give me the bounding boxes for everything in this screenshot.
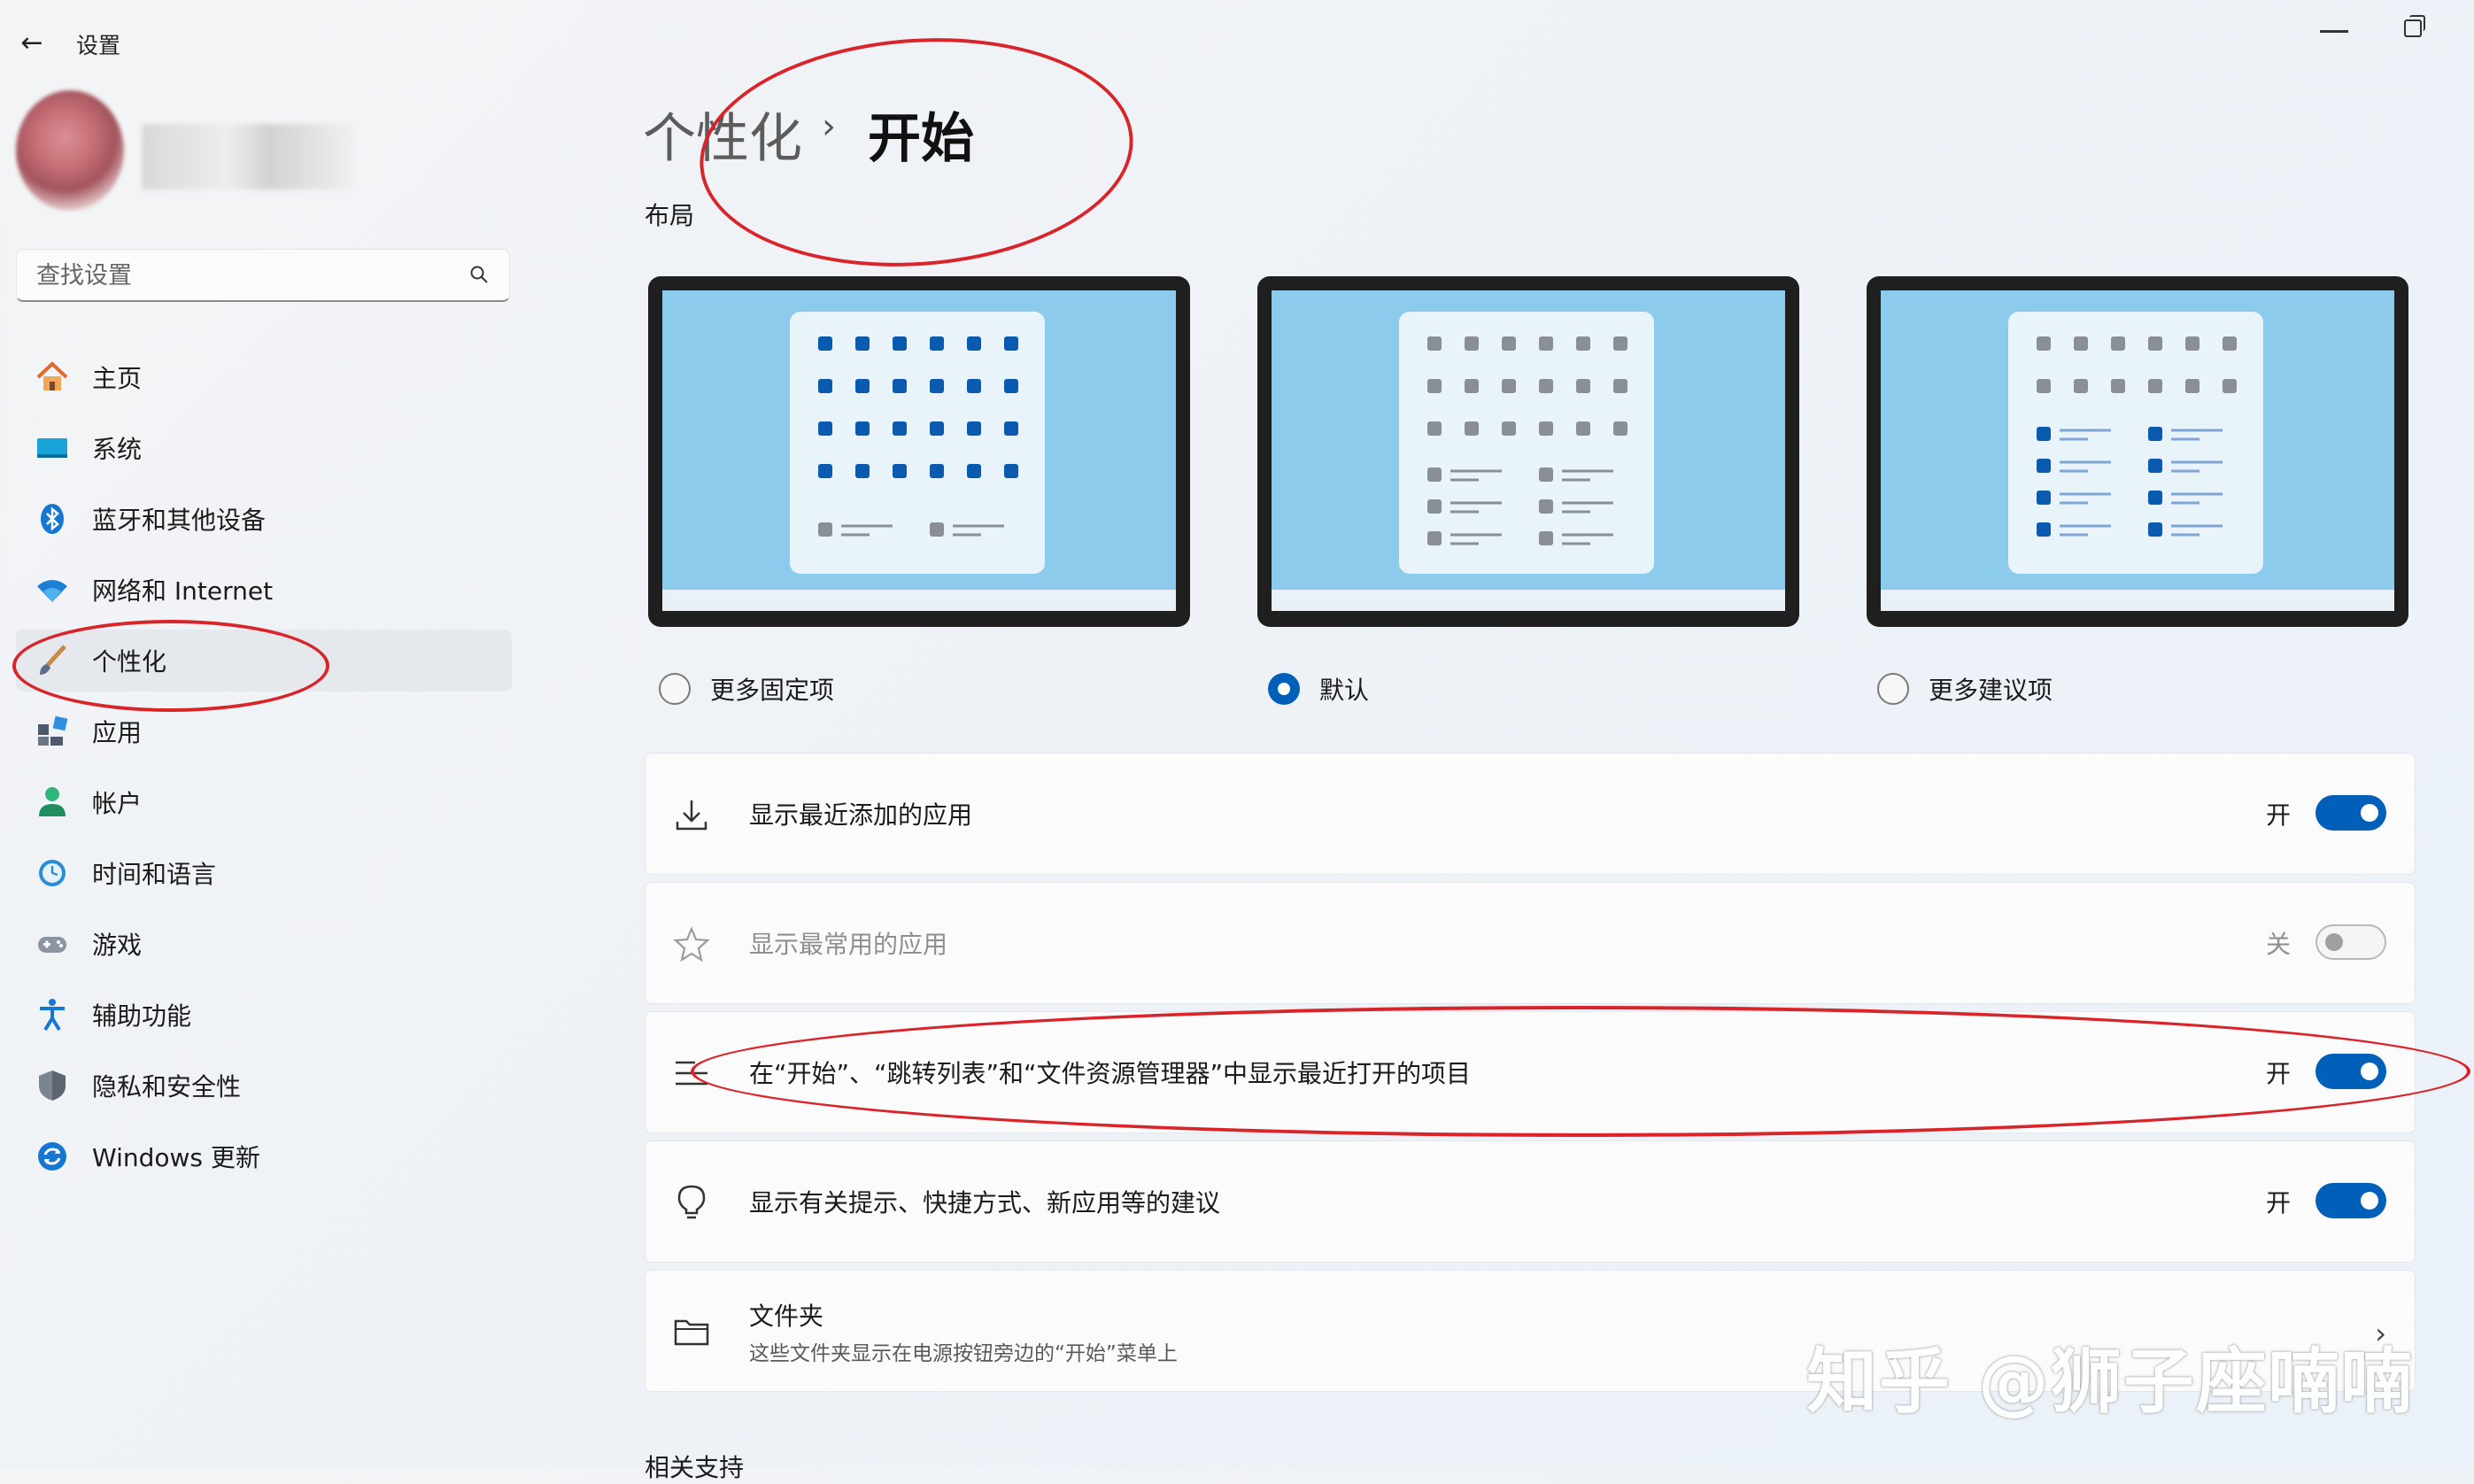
sidebar-item-gaming[interactable]: 游戏 (16, 913, 512, 975)
apps-icon (34, 713, 71, 750)
profile-name-blurred (142, 124, 354, 189)
layout-option-default[interactable]: 默认 (1268, 671, 1369, 707)
setting-show-tips: 显示有关提示、快捷方式、新应用等的建议 开 (645, 1140, 2416, 1263)
preview-taskbar (662, 590, 1176, 611)
sidebar-item-label: 时间和语言 (92, 860, 217, 889)
preview-start-menu (790, 312, 1045, 574)
sidebar-item-home[interactable]: 主页 (16, 346, 512, 408)
toggle-state: 开 (2265, 1188, 2291, 1217)
bluetooth-icon (34, 500, 71, 537)
preview-taskbar (1881, 590, 2394, 611)
sidebar-item-time-language[interactable]: 时间和语言 (16, 842, 512, 904)
folder-icon (674, 1319, 709, 1346)
avatar[interactable] (16, 90, 124, 211)
layout-preview-default[interactable] (1257, 276, 1799, 627)
wifi-icon (34, 571, 71, 608)
preview-taskbar (1272, 590, 1785, 611)
search-box[interactable] (16, 249, 510, 302)
sidebar-item-apps[interactable]: 应用 (16, 700, 512, 762)
annotation-circle-personalization (12, 620, 329, 712)
home-icon (34, 359, 71, 396)
setting-show-recently-added: 显示最近添加的应用 开 (645, 753, 2416, 875)
annotation-circle-recent-items (691, 1006, 2470, 1137)
sidebar-item-label: 网络和 Internet (92, 576, 274, 606)
sidebar-item-label: 帐户 (92, 789, 143, 818)
setting-label: 显示有关提示、快捷方式、新应用等的建议 (749, 1188, 1221, 1217)
sidebar-item-label: 主页 (92, 364, 143, 393)
shield-icon (34, 1067, 71, 1104)
sidebar-item-label: 应用 (92, 718, 143, 747)
windows-update-icon (34, 1138, 71, 1175)
layout-option-more-pins[interactable]: 更多固定项 (659, 671, 834, 707)
account-icon (34, 784, 71, 821)
sidebar-item-network[interactable]: 网络和 Internet (16, 559, 512, 621)
annotation-circle-title (692, 24, 1141, 281)
sidebar-item-label: 隐私和安全性 (92, 1072, 242, 1101)
setting-description: 这些文件夹显示在电源按钮旁边的“开始”菜单上 (749, 1342, 1178, 1365)
radio-label: 更多建议项 (1929, 676, 2053, 705)
radio-label: 更多固定项 (710, 676, 835, 705)
download-icon (676, 800, 707, 831)
radio-label: 默认 (1319, 676, 1370, 705)
system-display-icon (34, 429, 71, 467)
radio-button[interactable] (659, 673, 691, 705)
sidebar-item-privacy[interactable]: 隐私和安全性 (16, 1055, 512, 1117)
sidebar-item-windows-update[interactable]: Windows 更新 (16, 1125, 512, 1187)
minimize-icon[interactable] (2320, 19, 2348, 33)
time-language-icon (34, 854, 71, 892)
toggle-switch-disabled[interactable] (2316, 924, 2386, 960)
lightbulb-icon (677, 1185, 706, 1219)
layout-preview-more-recommendations[interactable] (1867, 276, 2408, 627)
preview-start-menu (2008, 312, 2263, 574)
setting-show-most-used: 显示最常用的应用 关 (645, 882, 2416, 1004)
sidebar-item-accessibility[interactable]: 辅助功能 (16, 984, 512, 1046)
layout-section-label: 布局 (645, 201, 695, 230)
toggle-state: 开 (2265, 800, 2291, 830)
gamepad-icon (34, 925, 71, 962)
star-icon (673, 926, 710, 962)
sidebar-item-system[interactable]: 系统 (16, 417, 512, 479)
search-input[interactable] (35, 250, 463, 301)
layout-preview-more-pins[interactable] (648, 276, 1190, 627)
layout-option-more-recommendations[interactable]: 更多建议项 (1877, 671, 2053, 707)
sidebar-item-label: 辅助功能 (92, 1001, 192, 1031)
sidebar-item-label: 蓝牙和其他设备 (92, 506, 267, 535)
toggle-switch[interactable] (2316, 795, 2386, 831)
accessibility-icon (34, 996, 71, 1033)
app-title: 设置 (76, 33, 121, 58)
search-icon[interactable] (468, 264, 490, 285)
radio-button[interactable] (1877, 673, 1909, 705)
restore-icon[interactable] (2404, 15, 2425, 37)
setting-title: 文件夹 (749, 1302, 824, 1331)
sidebar-item-bluetooth[interactable]: 蓝牙和其他设备 (16, 488, 512, 550)
watermark: 知乎 @狮子座喃喃 (1806, 1341, 2414, 1423)
toggle-switch[interactable] (2316, 1183, 2386, 1218)
setting-label: 显示最常用的应用 (749, 930, 948, 959)
radio-button-selected[interactable] (1268, 673, 1300, 705)
setting-label: 显示最近添加的应用 (749, 800, 973, 830)
back-arrow-icon[interactable]: ← (16, 27, 48, 58)
related-support-label: 相关支持 (645, 1453, 745, 1482)
preview-start-menu (1399, 312, 1654, 574)
sidebar-item-accounts[interactable]: 帐户 (16, 771, 512, 833)
toggle-state: 关 (2265, 930, 2291, 959)
sidebar-item-label: Windows 更新 (92, 1143, 260, 1172)
sidebar-item-label: 系统 (92, 435, 143, 464)
sidebar-item-label: 游戏 (92, 931, 143, 960)
